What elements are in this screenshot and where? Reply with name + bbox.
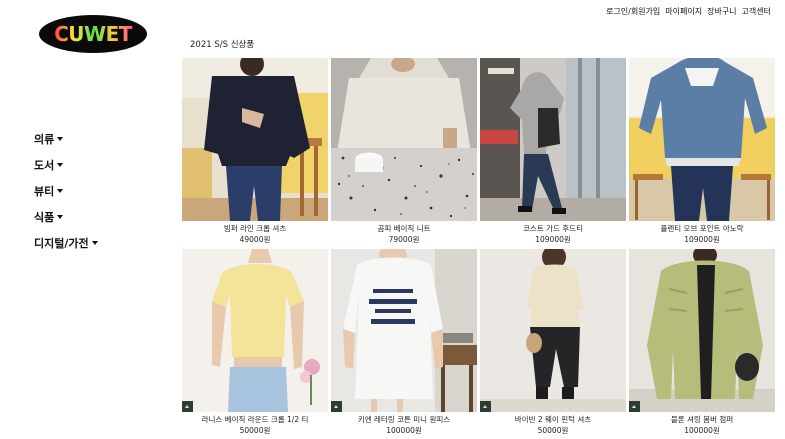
category-label: 도서: [34, 159, 55, 172]
product-name[interactable]: 키엔 레터링 코튼 미니 원피스: [331, 414, 477, 425]
product-name[interactable]: 블론 셔링 봄버 점퍼: [629, 414, 775, 425]
product-card[interactable]: 빔퍼 라인 크롭 셔츠 49000원: [182, 58, 328, 246]
caret-down-icon: [57, 189, 64, 193]
section-title: 2021 S/S 신상품: [190, 40, 255, 50]
product-photo[interactable]: [480, 58, 626, 221]
product-card[interactable]: 플렌티 오브 포인트 아노락 109000원: [629, 58, 775, 246]
product-photo[interactable]: [182, 58, 328, 221]
product-card[interactable]: 바이빈 2 웨이 핀턱 셔츠 50000원: [480, 249, 626, 437]
product-photo[interactable]: [331, 58, 477, 221]
product-price: 109000원: [535, 235, 571, 244]
product-card[interactable]: 라니스 베이직 라운드 크롭 1/2 티 50000원: [182, 249, 328, 437]
category-label: 식품: [34, 211, 55, 224]
category-nav: 의류 도서 뷰티 식품 디지털/가전: [34, 126, 154, 256]
product-name[interactable]: 라니스 베이직 라운드 크롭 1/2 티: [182, 414, 328, 425]
zoom-icon[interactable]: [629, 401, 640, 412]
category-label: 의류: [34, 133, 55, 146]
category-clothing[interactable]: 의류: [34, 126, 154, 152]
product-price: 50000원: [537, 426, 569, 435]
mypage-link[interactable]: 마이페이지: [665, 6, 702, 17]
zoom-icon[interactable]: [182, 401, 193, 412]
product-price: 50000원: [239, 426, 271, 435]
product-photo[interactable]: [331, 249, 477, 412]
cart-link[interactable]: 장바구니: [707, 6, 736, 17]
caret-down-icon: [91, 241, 98, 245]
product-price: 79000원: [388, 235, 420, 244]
product-photo[interactable]: [629, 58, 775, 221]
category-beauty[interactable]: 뷰티: [34, 178, 154, 204]
product-card[interactable]: 코스트 가드 후드티 109000원: [480, 58, 626, 246]
category-books[interactable]: 도서: [34, 152, 154, 178]
product-name[interactable]: 곰피 베이직 니트: [331, 223, 477, 234]
category-label: 디지털/가전: [34, 237, 89, 250]
logo[interactable]: CUWET: [38, 14, 148, 54]
product-card[interactable]: 곰피 베이직 니트 79000원: [331, 58, 477, 246]
product-price: 109000원: [684, 235, 720, 244]
zoom-icon[interactable]: [480, 401, 491, 412]
product-name[interactable]: 코스트 가드 후드티: [480, 223, 626, 234]
product-photo[interactable]: [480, 249, 626, 412]
caret-down-icon: [57, 163, 64, 167]
product-name[interactable]: 플렌티 오브 포인트 아노락: [629, 223, 775, 234]
caret-down-icon: [57, 215, 64, 219]
login-link[interactable]: 로그인/회원가입: [606, 6, 660, 17]
caret-down-icon: [57, 137, 64, 141]
product-name[interactable]: 바이빈 2 웨이 핀턱 셔츠: [480, 414, 626, 425]
logo-text: CUWET: [54, 22, 133, 46]
product-card[interactable]: 블론 셔링 봄버 점퍼 100000원: [629, 249, 775, 437]
category-food[interactable]: 식품: [34, 204, 154, 230]
product-price: 100000원: [684, 426, 720, 435]
category-digital[interactable]: 디지털/가전: [34, 230, 154, 256]
zoom-icon[interactable]: [331, 401, 342, 412]
product-photo[interactable]: [629, 249, 775, 412]
product-name[interactable]: 빔퍼 라인 크롭 셔츠: [182, 223, 328, 234]
category-label: 뷰티: [34, 185, 55, 198]
product-price: 100000원: [386, 426, 422, 435]
product-grid: 빔퍼 라인 크롭 셔츠 49000원 곰피 베이직 니트 79000원 코스트 …: [182, 58, 775, 437]
top-nav: 로그인/회원가입 마이페이지 장바구니 고객센터: [606, 6, 771, 17]
product-photo[interactable]: [182, 249, 328, 412]
product-price: 49000원: [239, 235, 271, 244]
customer-center-link[interactable]: 고객센터: [742, 6, 771, 17]
product-card[interactable]: 키엔 레터링 코튼 미니 원피스 100000원: [331, 249, 477, 437]
